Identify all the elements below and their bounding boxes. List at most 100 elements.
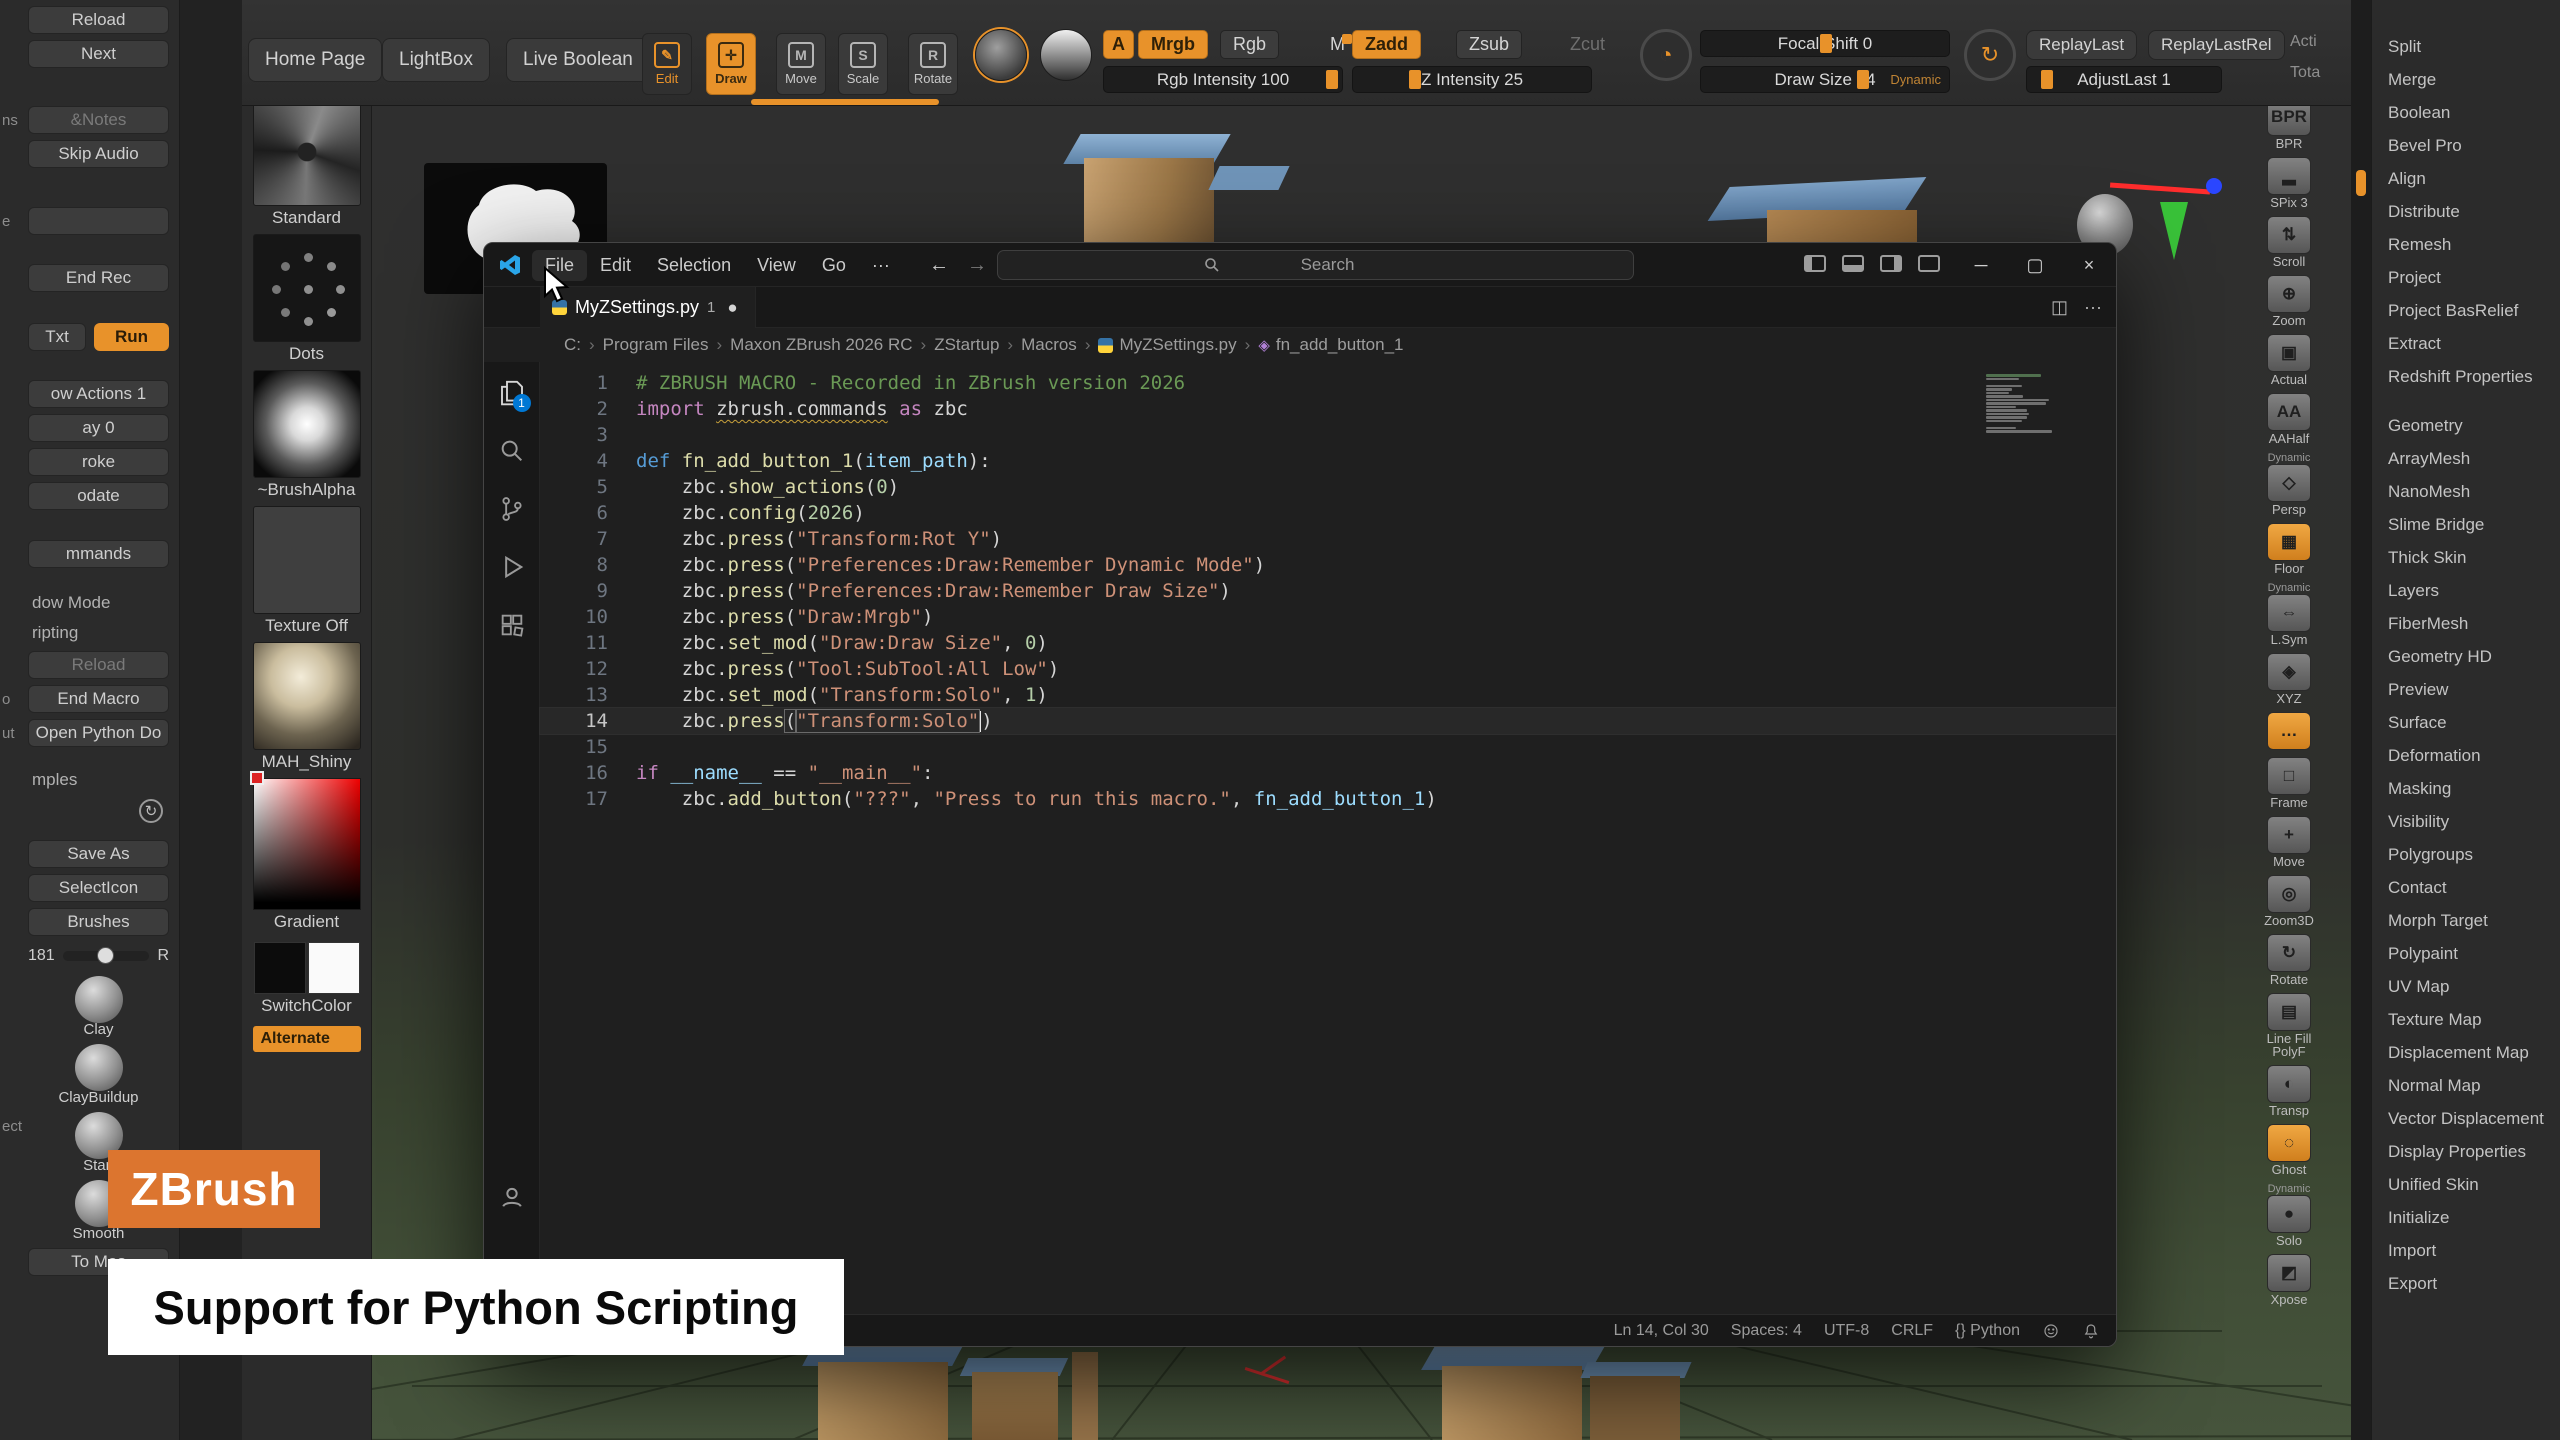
- shelf-persp-button[interactable]: Dynamic◇Persp: [2267, 452, 2311, 516]
- vscode-titlebar[interactable]: FileEditSelectionViewGo··· ← → ─ ▢ ×: [484, 243, 2116, 287]
- code-line-12[interactable]: 12 zbc.press("Tool:SubTool:All Low"): [540, 656, 2116, 682]
- code-line-14[interactable]: 14 zbc.press("Transform:Solo"): [540, 708, 2116, 734]
- tool-menu-distribute[interactable]: Distribute: [2372, 195, 2560, 228]
- tool-menu-redshift-properties[interactable]: Redshift Properties: [2372, 360, 2560, 393]
- shelf-rotate-button[interactable]: ↻Rotate: [2267, 934, 2311, 986]
- rgb-toggle[interactable]: Rgb: [1220, 30, 1279, 59]
- tool-menu-extract[interactable]: Extract: [2372, 327, 2560, 360]
- code-line-7[interactable]: 7 zbc.press("Transform:Rot Y"): [540, 526, 2116, 552]
- replay-icon[interactable]: ↻: [1964, 29, 2016, 81]
- ls-save-as-button[interactable]: Save As: [28, 840, 169, 868]
- adjust-last-slider[interactable]: AdjustLast 1: [2026, 66, 2222, 93]
- slider-knob[interactable]: [2041, 70, 2053, 89]
- ls-open-python-do-button[interactable]: Open Python Do: [28, 719, 169, 747]
- editor-more-actions-icon[interactable]: ···: [2084, 297, 2102, 318]
- tool-menu-arraymesh[interactable]: ArrayMesh: [2372, 442, 2560, 475]
- tool-menu-geometry-hd[interactable]: Geometry HD: [2372, 640, 2560, 673]
- shelf-frame-button[interactable]: □Frame: [2267, 757, 2311, 809]
- brush-brushalpha[interactable]: ~BrushAlpha: [242, 370, 371, 500]
- maximize-button[interactable]: ▢: [2008, 243, 2062, 287]
- tool-menu-deformation[interactable]: Deformation: [2372, 739, 2560, 772]
- shelf-xpose-button[interactable]: ◩Xpose: [2267, 1254, 2311, 1306]
- draw-mode-button[interactable]: ✛ Draw: [706, 33, 756, 95]
- source-control-icon[interactable]: [495, 492, 529, 526]
- search-sidebar-icon[interactable]: [495, 434, 529, 468]
- tool-menu-thick-skin[interactable]: Thick Skin: [2372, 541, 2560, 574]
- shelf-solo-button[interactable]: Dynamic●Solo: [2267, 1183, 2311, 1247]
- nav-forward-button[interactable]: →: [962, 251, 992, 279]
- close-button[interactable]: ×: [2062, 243, 2116, 287]
- z-intensity-slider[interactable]: Z Intensity 25: [1352, 66, 1592, 93]
- tool-menu-texture-map[interactable]: Texture Map: [2372, 1003, 2560, 1036]
- ls-ow-actions-1-button[interactable]: ow Actions 1: [28, 380, 169, 408]
- breadcrumb-program-files[interactable]: Program Files: [603, 335, 709, 355]
- ls-reload-button[interactable]: Reload: [28, 6, 169, 34]
- ls-selecticon-button[interactable]: SelectIcon: [28, 874, 169, 902]
- ls-next-button[interactable]: Next: [28, 40, 169, 68]
- status-eol[interactable]: CRLF: [1891, 1322, 1933, 1340]
- code-editor[interactable]: 1# ZBRUSH MACRO - Recorded in ZBrush ver…: [540, 362, 2116, 1314]
- breadcrumb-fn-add-button-1[interactable]: ◈fn_add_button_1: [1258, 335, 1403, 355]
- ls-odate-button[interactable]: odate: [28, 482, 169, 510]
- zadd-toggle[interactable]: Zadd: [1352, 30, 1421, 59]
- command-center-search[interactable]: [997, 250, 1634, 280]
- code-line-6[interactable]: 6 zbc.config(2026): [540, 500, 2116, 526]
- tool-menu-project[interactable]: Project: [2372, 261, 2560, 294]
- tool-menu-initialize[interactable]: Initialize: [2372, 1201, 2560, 1234]
- tool-menu-uv-map[interactable]: UV Map: [2372, 970, 2560, 1003]
- status-encoding[interactable]: UTF-8: [1824, 1322, 1869, 1340]
- code-line-4[interactable]: 4def fn_add_button_1(item_path):: [540, 448, 2116, 474]
- status-indentation[interactable]: Spaces: 4: [1731, 1322, 1802, 1340]
- ls-run-button[interactable]: Run: [94, 323, 169, 351]
- notifications-bell-icon[interactable]: [2082, 1322, 2100, 1340]
- tool-menu-export[interactable]: Export: [2372, 1267, 2560, 1300]
- shelf-line-fill-polyf-button[interactable]: ▤Line Fill PolyF: [2259, 993, 2319, 1058]
- ls-brush-clay[interactable]: Clay: [28, 976, 169, 1038]
- tool-menu-fibermesh[interactable]: FiberMesh: [2372, 607, 2560, 640]
- ls-mmands-button[interactable]: mmands: [28, 540, 169, 568]
- ls-txt-button[interactable]: Txt: [28, 323, 86, 351]
- ls-ay-0-button[interactable]: ay 0: [28, 414, 169, 442]
- code-line-9[interactable]: 9 zbc.press("Preferences:Draw:Remember D…: [540, 578, 2116, 604]
- shelf-move-button[interactable]: +Move: [2267, 816, 2311, 868]
- tool-menu-display-properties[interactable]: Display Properties: [2372, 1135, 2560, 1168]
- minimap[interactable]: [1986, 374, 2058, 434]
- live-boolean-button[interactable]: Live Boolean: [506, 38, 650, 82]
- toggle-secondary-sidebar-icon[interactable]: [1880, 255, 1902, 272]
- home-page-button[interactable]: Home Page: [248, 38, 382, 82]
- tool-menu-surface[interactable]: Surface: [2372, 706, 2560, 739]
- account-icon[interactable]: [495, 1180, 529, 1214]
- shelf-actual-button[interactable]: ▣Actual: [2267, 334, 2311, 386]
- shelf-transp-button[interactable]: ◐Transp: [2267, 1065, 2311, 1117]
- code-line-8[interactable]: 8 zbc.press("Preferences:Draw:Remember D…: [540, 552, 2116, 578]
- slider-knob[interactable]: [1857, 70, 1869, 89]
- secondary-color-swatch[interactable]: [308, 942, 360, 994]
- modified-indicator[interactable]: ●: [727, 298, 737, 318]
- focal-icon[interactable]: ◔: [1640, 29, 1692, 81]
- tool-menu-nanomesh[interactable]: NanoMesh: [2372, 475, 2560, 508]
- slider-knob[interactable]: [1409, 70, 1421, 89]
- shelf-floor-button[interactable]: ▦Floor: [2267, 523, 2311, 575]
- code-line-13[interactable]: 13 zbc.set_mod("Transform:Solo", 1): [540, 682, 2116, 708]
- color-picker[interactable]: [253, 778, 361, 910]
- slider-handle[interactable]: [1342, 34, 1352, 44]
- replay-last-rel-button[interactable]: ReplayLastRel: [2148, 30, 2285, 60]
- refresh-icon[interactable]: ↻: [28, 798, 169, 824]
- main-color-swatch[interactable]: [254, 942, 306, 994]
- search-input[interactable]: [1228, 255, 1428, 275]
- shelf-aahalf-button[interactable]: AAAAHalf: [2267, 393, 2311, 445]
- tool-menu-normal-map[interactable]: Normal Map: [2372, 1069, 2560, 1102]
- titlebar-menu-item[interactable]: ···: [859, 250, 903, 281]
- code-line-5[interactable]: 5 zbc.show_actions(0): [540, 474, 2116, 500]
- shelf-l-sym-button[interactable]: Dynamic⇔L.Sym: [2267, 582, 2311, 646]
- shelf-xyz-button[interactable]: ◈XYZ: [2267, 653, 2311, 705]
- tool-menu-remesh[interactable]: Remesh: [2372, 228, 2560, 261]
- ls-skip-audio-button[interactable]: Skip Audio: [28, 140, 169, 168]
- alternate-button[interactable]: Alternate: [253, 1026, 361, 1052]
- tool-menu-slime-bridge[interactable]: Slime Bridge: [2372, 508, 2560, 541]
- shelf-zoom-button[interactable]: ⊕Zoom: [2267, 275, 2311, 327]
- ls-brushes-button[interactable]: Brushes: [28, 908, 169, 936]
- titlebar-menu-edit[interactable]: Edit: [587, 250, 644, 281]
- tool-panel-scrollbar[interactable]: [2351, 0, 2371, 1440]
- replay-last-button[interactable]: ReplayLast: [2026, 30, 2137, 60]
